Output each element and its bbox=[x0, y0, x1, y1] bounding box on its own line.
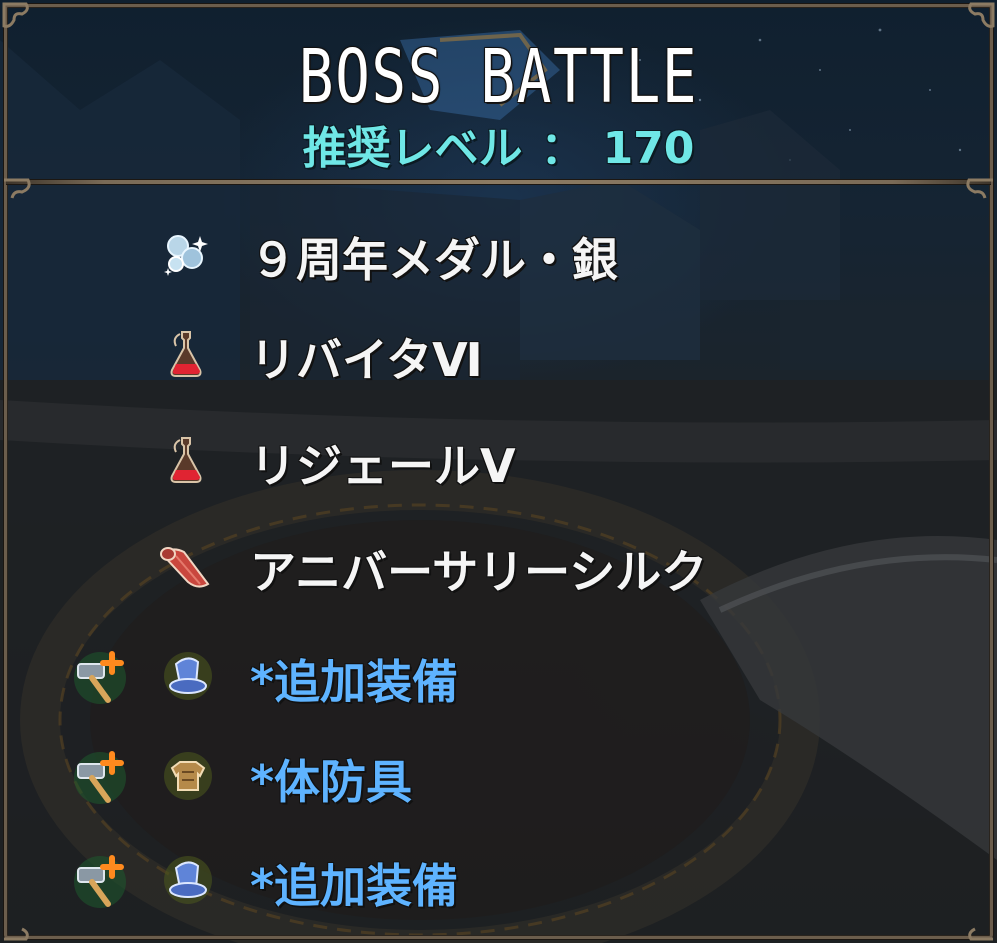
reward-row[interactable]: *追加装備 bbox=[0, 628, 997, 724]
wizard-hat-icon bbox=[162, 854, 214, 906]
forge-plus-icon bbox=[72, 750, 126, 804]
corner-ornament-top-left bbox=[2, 2, 29, 28]
forge-plus-icon bbox=[72, 854, 126, 908]
body-armor-icon bbox=[162, 750, 214, 802]
corner-ornament-top-right bbox=[968, 2, 995, 28]
wizard-hat-icon bbox=[162, 650, 214, 702]
reward-row[interactable]: *追加装備 bbox=[0, 832, 997, 928]
level-separator: ： bbox=[540, 123, 585, 174]
potion-icon bbox=[160, 328, 212, 380]
reward-row[interactable]: リジェールⅤ bbox=[0, 412, 997, 508]
forge-plus-icon bbox=[72, 650, 126, 704]
reward-label: *体防具 bbox=[250, 755, 413, 809]
boss-battle-panel: BOSS BATTLE 推奨レベル ： 170 ９周年メダル・銀 リバイタⅥ リジ… bbox=[0, 0, 997, 943]
reward-label: ９周年メダル・銀 bbox=[250, 233, 618, 287]
reward-row[interactable]: アニバーサリーシルク bbox=[0, 518, 997, 614]
level-value: 170 bbox=[602, 123, 695, 174]
reward-label: リバイタⅥ bbox=[250, 333, 483, 387]
recommended-level: 推奨レベル ： 170 bbox=[0, 112, 997, 176]
header-divider bbox=[6, 180, 991, 184]
reward-label: リジェールⅤ bbox=[250, 439, 516, 493]
reward-row[interactable]: *体防具 bbox=[0, 728, 997, 824]
medal-icon bbox=[160, 228, 212, 280]
reward-label: アニバーサリーシルク bbox=[250, 545, 708, 599]
reward-row[interactable]: ９周年メダル・銀 bbox=[0, 206, 997, 302]
level-label: 推奨レベル bbox=[302, 123, 523, 174]
battle-title: BOSS BATTLE bbox=[298, 34, 699, 120]
reward-label: *追加装備 bbox=[250, 859, 459, 913]
silk-cloth-icon bbox=[158, 540, 210, 592]
reward-row[interactable]: リバイタⅥ bbox=[0, 306, 997, 402]
potion-icon bbox=[160, 434, 212, 486]
reward-label: *追加装備 bbox=[250, 655, 459, 709]
